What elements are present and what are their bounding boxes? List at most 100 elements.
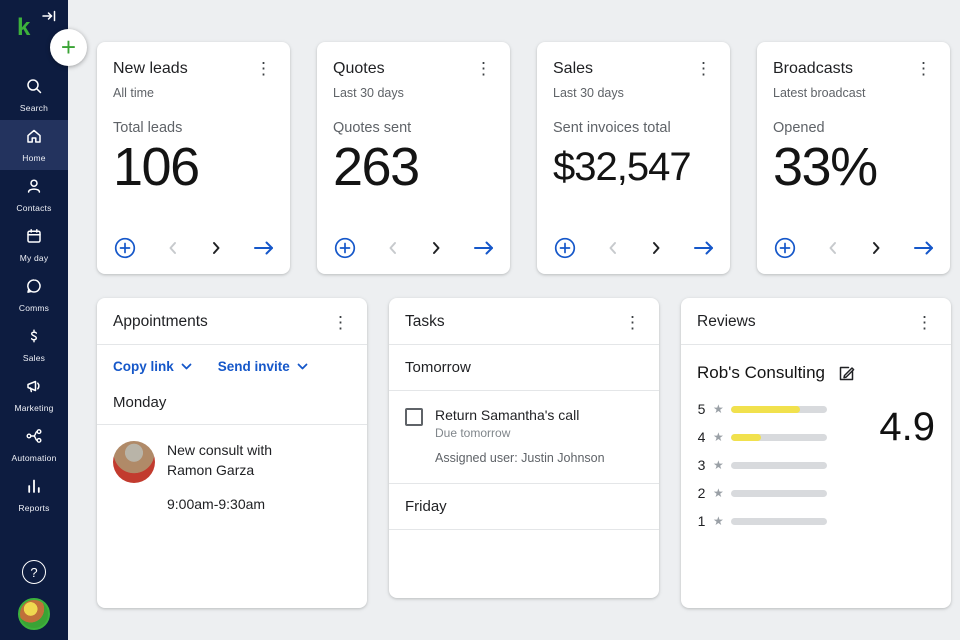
kebab-menu-icon[interactable]: ⋮ [330, 314, 351, 331]
kebab-menu-icon[interactable]: ⋮ [253, 60, 274, 77]
rating-bar-fill [730, 433, 762, 441]
panel-title: Appointments [113, 313, 208, 330]
help-icon[interactable]: ? [22, 560, 46, 584]
kebab-menu-icon[interactable]: ⋮ [693, 60, 714, 77]
arrow-right-icon[interactable] [252, 239, 276, 257]
task-section-label: Tomorrow [389, 345, 659, 391]
rating-bar-track [730, 461, 827, 469]
sidebar-nav: Search Home Contacts My day Comms Sales … [0, 70, 68, 520]
panel-title: Reviews [697, 313, 756, 330]
add-circle-icon[interactable] [333, 236, 357, 260]
card-subtitle: Latest broadcast [773, 86, 866, 100]
task-checkbox[interactable] [405, 408, 423, 426]
chevron-left-icon[interactable] [385, 240, 401, 256]
widgets-row: Appointments ⋮ Copy link Send invite Mon… [97, 298, 960, 608]
stats-row: New leads ⋮ All time Total leads 106 Quo… [97, 42, 960, 274]
sidebar-item-reports[interactable]: Reports [0, 470, 68, 520]
chevron-right-icon[interactable] [208, 240, 224, 256]
star-icon: ★ [713, 458, 724, 472]
chevron-right-icon[interactable] [428, 240, 444, 256]
star-icon: ★ [713, 402, 724, 416]
metric-label: Opened [773, 120, 825, 136]
rating-bar-track [730, 433, 827, 441]
sidebar-item-search[interactable]: Search [0, 70, 68, 120]
kebab-menu-icon[interactable]: ⋮ [473, 60, 494, 77]
contact-avatar [113, 441, 155, 483]
card-subtitle: Last 30 days [553, 86, 624, 100]
task-section-label: Friday [389, 484, 659, 530]
sidebar: k + Search Home Contacts My day Comms Sa… [0, 0, 87, 640]
card-title: New leads [113, 60, 188, 77]
chat-icon [25, 277, 43, 300]
rating-row-2: 2 ★ [697, 485, 875, 501]
arrow-right-icon[interactable] [472, 239, 496, 257]
quick-add-button[interactable]: + [50, 29, 87, 66]
chevron-left-icon[interactable] [605, 240, 621, 256]
rating-label: 4 [697, 429, 706, 445]
task-item[interactable]: Return Samantha's call Due tomorrow Assi… [389, 391, 659, 484]
sidebar-item-home[interactable]: Home [0, 120, 68, 170]
metric-value: $32,547 [553, 145, 692, 189]
send-invite-button[interactable]: Send invite [218, 359, 308, 374]
chevron-down-icon [297, 363, 308, 370]
kebab-menu-icon[interactable]: ⋮ [622, 314, 643, 331]
star-icon: ★ [713, 430, 724, 444]
sidebar-item-sales[interactable]: Sales [0, 320, 68, 370]
chevron-right-icon[interactable] [868, 240, 884, 256]
arrow-right-icon[interactable] [692, 239, 716, 257]
sidebar-item-label: Sales [22, 353, 46, 363]
rating-bar-track [730, 489, 827, 497]
add-circle-icon[interactable] [553, 236, 577, 260]
rating-bar-track [730, 517, 827, 525]
chevron-down-icon [181, 363, 192, 370]
average-rating: 4.9 [879, 405, 935, 449]
user-avatar[interactable] [18, 598, 50, 630]
sidebar-item-contacts[interactable]: Contacts [0, 170, 68, 220]
sidebar-item-label: Comms [18, 303, 50, 313]
bar-chart-icon [25, 477, 43, 500]
card-title: Quotes [333, 60, 385, 77]
edit-icon[interactable] [837, 364, 856, 383]
appointment-item[interactable]: New consult with Ramon Garza 9:00am-9:30… [113, 441, 351, 512]
task-title: Return Samantha's call [435, 407, 580, 423]
appointment-time: 9:00am-9:30am [167, 496, 266, 513]
kebab-menu-icon[interactable]: ⋮ [914, 314, 935, 331]
stat-card-quotes: Quotes ⋮ Last 30 days Quotes sent 263 [317, 42, 510, 274]
rating-label: 2 [697, 485, 706, 501]
send-invite-label: Send invite [217, 359, 290, 374]
copy-link-button[interactable]: Copy link [113, 359, 192, 374]
stat-card-new-leads: New leads ⋮ All time Total leads 106 [97, 42, 290, 274]
sidebar-item-label: Reports [18, 503, 50, 513]
sidebar-item-my-day[interactable]: My day [0, 220, 68, 270]
day-label: Monday [113, 394, 167, 411]
home-icon [25, 127, 43, 150]
appointment-title: New consult with Ramon Garza [167, 442, 273, 478]
sidebar-item-comms[interactable]: Comms [0, 270, 68, 320]
contacts-icon [25, 177, 43, 200]
reviews-panel: Reviews ⋮ Rob's Consulting 5 ★ 4 ★ 3 ★ 2… [681, 298, 951, 608]
sidebar-item-label: Search [19, 103, 49, 113]
sidebar-item-label: Contacts [16, 203, 52, 213]
rating-bar-fill [730, 405, 800, 413]
add-circle-icon[interactable] [773, 236, 797, 260]
tasks-panel: Tasks ⋮ Tomorrow Return Samantha's call … [389, 298, 659, 598]
arrow-right-icon[interactable] [912, 239, 936, 257]
chevron-left-icon[interactable] [165, 240, 181, 256]
rating-label: 1 [697, 513, 706, 529]
rating-row-5: 5 ★ [697, 401, 875, 417]
business-name: Rob's Consulting [697, 363, 825, 382]
sidebar-item-automation[interactable]: Automation [0, 420, 68, 470]
megaphone-icon [25, 377, 43, 400]
rating-row-4: 4 ★ [697, 429, 875, 445]
kebab-menu-icon[interactable]: ⋮ [913, 60, 934, 77]
card-subtitle: Last 30 days [333, 86, 404, 100]
add-circle-icon[interactable] [113, 236, 137, 260]
chevron-left-icon[interactable] [825, 240, 841, 256]
rating-row-3: 3 ★ [697, 457, 875, 473]
chevron-right-icon[interactable] [648, 240, 664, 256]
sidebar-item-marketing[interactable]: Marketing [0, 370, 68, 420]
collapse-sidebar-icon[interactable] [40, 7, 58, 30]
keap-logo[interactable]: k [17, 14, 30, 42]
sidebar-item-label: Automation [11, 453, 57, 463]
automation-icon [25, 427, 43, 450]
